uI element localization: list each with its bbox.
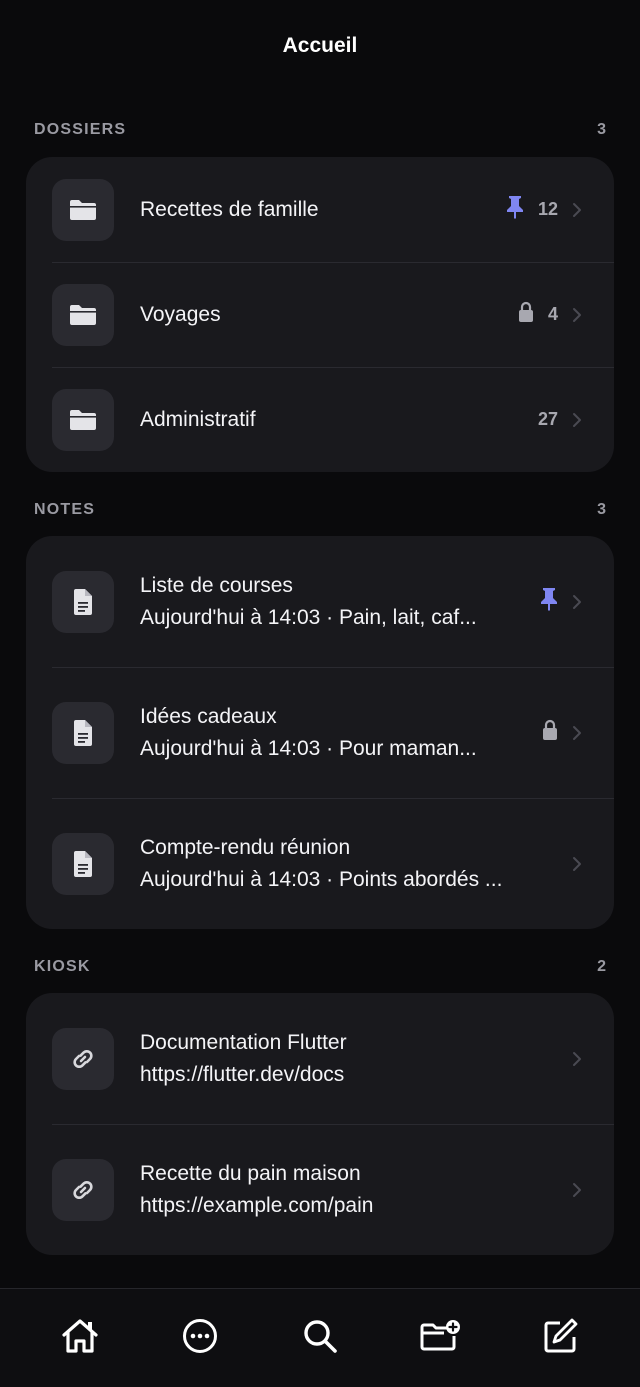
folders-section-count: 3 (597, 121, 606, 138)
chevron-right-icon (572, 855, 584, 873)
folder-icon (52, 178, 114, 241)
lock-icon (518, 301, 534, 328)
notes-section-title: NOTES (34, 501, 96, 518)
notes-card: Liste de courses Aujourd'hui à 14:03 · P… (26, 536, 614, 929)
tab-search[interactable] (290, 1308, 350, 1368)
tab-home[interactable] (50, 1308, 110, 1368)
kiosk-row-flutter-docs[interactable]: Documentation Flutter https://flutter.de… (26, 993, 614, 1124)
folder-count: 12 (537, 199, 558, 219)
link-icon (52, 1158, 114, 1221)
folder-label: Administratif (140, 407, 256, 431)
link-title: Recette du pain maison (140, 1161, 361, 1185)
note-subtitle: Aujourd'hui à 14:03 · Pour maman... (140, 736, 477, 760)
note-subtitle: Aujourd'hui à 14:03 · Pain, lait, caf... (140, 605, 477, 629)
document-icon (52, 701, 114, 764)
chevron-right-icon (572, 306, 584, 324)
note-title: Compte-rendu réunion (140, 835, 351, 859)
document-icon (52, 832, 114, 895)
bottom-tab-bar (0, 1288, 640, 1387)
chevron-right-icon (572, 1050, 584, 1068)
folder-label: Recettes de famille (140, 197, 319, 221)
tab-new-folder[interactable] (410, 1308, 470, 1368)
kiosk-section-header: KIOSK 2 (34, 955, 606, 979)
link-url: https://example.com/pain (140, 1193, 374, 1217)
folder-icon (52, 283, 114, 346)
link-url: https://flutter.dev/docs (140, 1062, 345, 1086)
chevron-right-icon (572, 411, 584, 429)
folders-section-title: DOSSIERS (34, 121, 127, 138)
new-folder-icon (419, 1319, 461, 1358)
search-icon (302, 1318, 338, 1359)
folder-row-recettes[interactable]: Recettes de famille 12 (26, 157, 614, 262)
page-title: Accueil (282, 34, 358, 57)
chevron-right-icon (572, 201, 584, 219)
note-subtitle: Aujourd'hui à 14:03 · Points abordés ... (140, 867, 503, 891)
note-title: Liste de courses (140, 573, 293, 597)
tab-compose[interactable] (530, 1308, 590, 1368)
compose-icon (542, 1318, 578, 1359)
chevron-right-icon (572, 1181, 584, 1199)
kiosk-section-title: KIOSK (34, 958, 91, 975)
more-icon (182, 1318, 218, 1359)
note-title: Idées cadeaux (140, 704, 277, 728)
folders-section-header: DOSSIERS 3 (34, 118, 606, 142)
chevron-right-icon (572, 724, 584, 742)
folder-label: Voyages (140, 302, 221, 326)
folder-icon (52, 388, 114, 451)
folder-row-administratif[interactable]: Administratif 27 (26, 367, 614, 472)
folder-count: 4 (547, 304, 558, 324)
note-row-idees-cadeaux[interactable]: Idées cadeaux Aujourd'hui à 14:03 · Pour… (26, 667, 614, 798)
pin-icon (506, 195, 524, 224)
kiosk-card: Documentation Flutter https://flutter.de… (26, 993, 614, 1255)
document-icon (52, 570, 114, 633)
folders-card: Recettes de famille 12 Voyages 4 Adminis… (26, 157, 614, 472)
link-icon (52, 1027, 114, 1090)
pin-icon (540, 587, 558, 616)
notes-section-header: NOTES 3 (34, 498, 606, 522)
tab-more[interactable] (170, 1308, 230, 1368)
note-row-liste-de-courses[interactable]: Liste de courses Aujourd'hui à 14:03 · P… (26, 536, 614, 667)
folder-count: 27 (537, 409, 558, 429)
home-icon (60, 1317, 100, 1360)
chevron-right-icon (572, 593, 584, 611)
lock-icon (542, 719, 558, 746)
app-header: Accueil (0, 0, 640, 92)
notes-section-count: 3 (597, 501, 606, 518)
note-row-compte-rendu[interactable]: Compte-rendu réunion Aujourd'hui à 14:03… (26, 798, 614, 929)
link-title: Documentation Flutter (140, 1030, 347, 1054)
kiosk-row-pain-maison[interactable]: Recette du pain maison https://example.c… (26, 1124, 614, 1255)
folder-row-voyages[interactable]: Voyages 4 (26, 262, 614, 367)
kiosk-section-count: 2 (597, 958, 606, 975)
